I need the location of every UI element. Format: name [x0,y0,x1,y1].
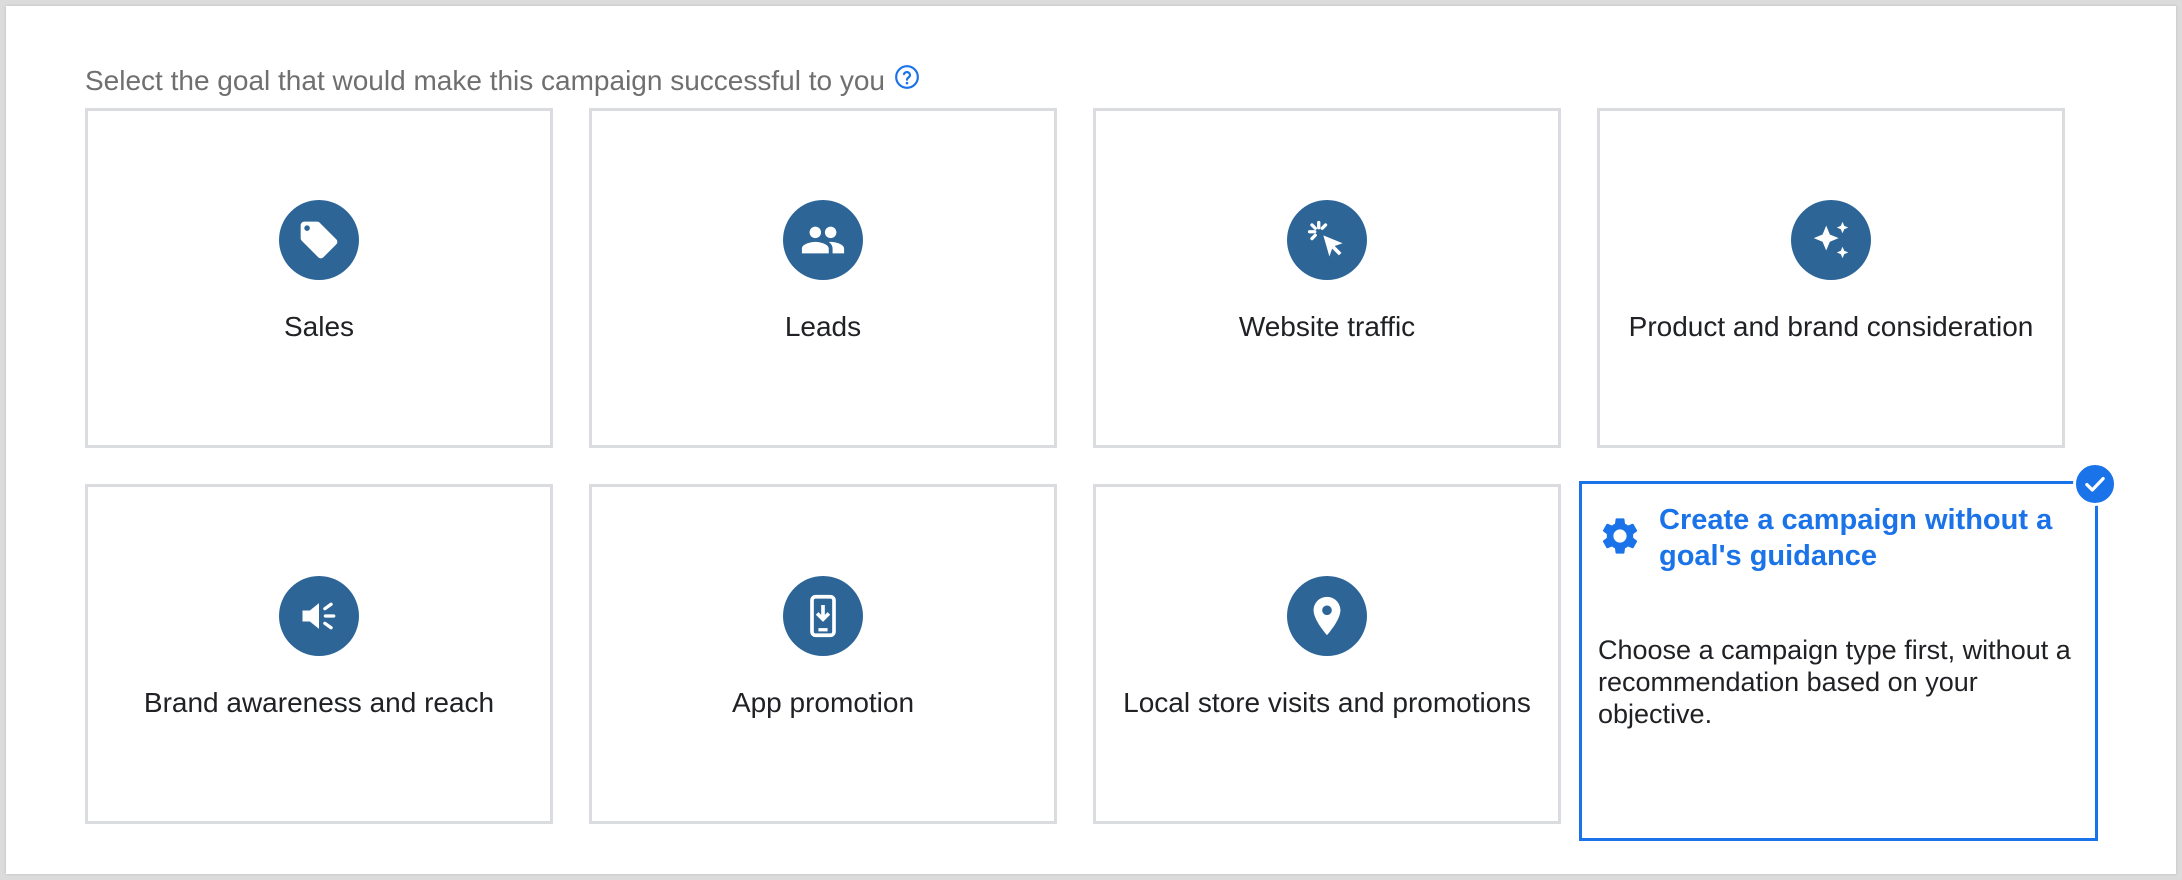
no-goal-description: Choose a campaign type first, without a … [1598,635,2071,729]
goal-label: Sales [283,311,355,342]
goal-card-local-store-visits[interactable]: Local store visits and promotions [1093,484,1561,824]
goal-card-website-traffic[interactable]: Website traffic [1093,108,1561,448]
megaphone-icon [279,576,359,656]
location-pin-icon [1287,576,1367,656]
goal-card-product-brand-consideration[interactable]: Product and brand consideration [1597,108,2065,448]
checkmark-icon [2073,462,2117,506]
help-circle-icon[interactable] [894,64,920,90]
goal-selection-panel: Select the goal that would make this cam… [6,6,2176,874]
people-icon [783,200,863,280]
goal-card-no-goal-selected[interactable]: Create a campaign without a goal's guida… [1579,481,2098,841]
goal-label: Product and brand consideration [1628,311,2034,342]
phone-download-icon [783,576,863,656]
no-goal-title: Create a campaign without a goal's guida… [1659,504,2053,572]
goal-label: Local store visits and promotions [1123,687,1531,718]
goal-label: Brand awareness and reach [143,687,495,718]
goal-label: Website traffic [1238,311,1416,342]
sparkle-icon [1791,200,1871,280]
goal-card-sales[interactable]: Sales [85,108,553,448]
goal-label: Leads [784,311,862,342]
tag-icon [279,200,359,280]
goal-card-leads[interactable]: Leads [589,108,1057,448]
goal-prompt-text: Select the goal that would make this cam… [85,65,885,96]
goal-label: App promotion [731,687,915,718]
goal-prompt: Select the goal that would make this cam… [85,61,920,101]
no-goal-header: Create a campaign without a goal's guida… [1598,502,2079,574]
goal-card-app-promotion[interactable]: App promotion [589,484,1057,824]
cursor-click-icon [1287,200,1367,280]
goal-card-brand-awareness[interactable]: Brand awareness and reach [85,484,553,824]
gear-icon [1598,514,1642,558]
